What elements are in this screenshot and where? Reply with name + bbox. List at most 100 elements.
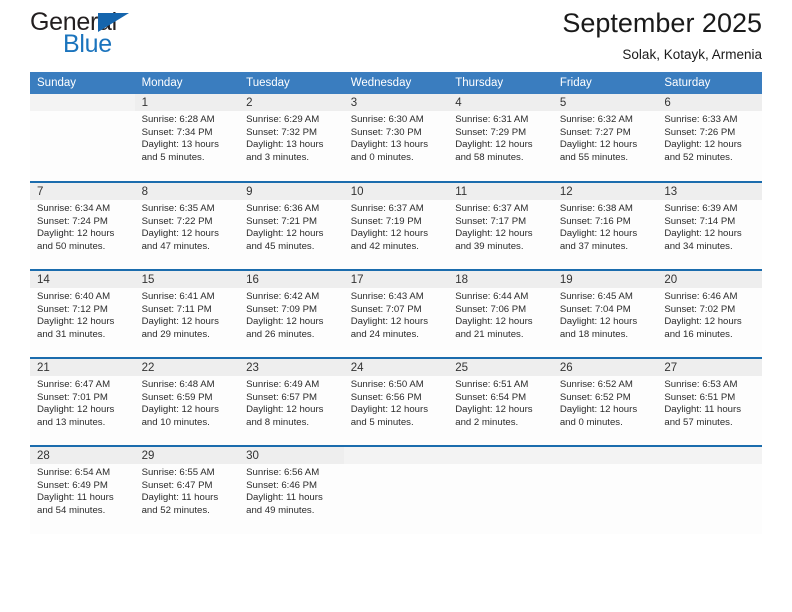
daylight-text-line1: Daylight: 12 hours	[559, 228, 638, 240]
calendar-day-cell[interactable]: 29 Sunrise: 6:55 AM Sunset: 6:47 PM Dayligh…	[134, 445, 240, 534]
day-number: 23	[239, 359, 344, 376]
sunrise-text: Sunrise: 6:29 AM	[246, 114, 320, 125]
sunset-text: Sunset: 6:49 PM	[37, 479, 108, 491]
day-number: 27	[657, 359, 762, 376]
day-number: 22	[134, 359, 240, 376]
day-details: Sunrise: 6:28 AM Sunset: 7:34 PM Daylight:…	[135, 111, 240, 164]
sunset-text: Sunset: 7:19 PM	[350, 215, 422, 227]
calendar-day-cell[interactable]: 3 Sunrise: 6:30 AM Sunset: 7:30 PM Daylight…	[343, 94, 449, 182]
page-subtitle: Solak, Kotayk, Armenia	[622, 47, 762, 62]
day-number: 9	[239, 183, 344, 200]
calendar-day-cell[interactable]: 24 Sunrise: 6:50 AM Sunset: 6:56 PM Dayligh…	[343, 357, 449, 446]
day-number: 5	[552, 94, 658, 111]
sunset-text: Sunset: 7:02 PM	[664, 303, 736, 315]
day-details: Sunrise: 6:46 AM Sunset: 7:02 PM Daylight:…	[657, 288, 762, 341]
daylight-text-line2: and 18 minutes.	[559, 328, 629, 340]
day-details: Sunrise: 6:53 AM Sunset: 6:51 PM Daylight:…	[657, 376, 762, 429]
calendar-day-cell[interactable]: 1 Sunrise: 6:28 AM Sunset: 7:34 PM Daylight…	[134, 94, 240, 182]
day-details: Sunrise: 6:47 AM Sunset: 7:01 PM Daylight:…	[30, 376, 135, 429]
daylight-text-line2: and 5 minutes.	[141, 151, 205, 163]
daylight-text-line2: and 55 minutes.	[559, 151, 629, 163]
sunrise-text: Sunrise: 6:28 AM	[141, 114, 215, 125]
calendar-day-cell[interactable]: 8 Sunrise: 6:35 AM Sunset: 7:22 PM Daylight…	[134, 181, 240, 270]
calendar-day-cell[interactable]: 7 Sunrise: 6:34 AM Sunset: 7:24 PM Daylight…	[30, 181, 135, 270]
day-details: Sunrise: 6:38 AM Sunset: 7:16 PM Daylight:…	[553, 200, 658, 253]
sunset-text: Sunset: 7:32 PM	[246, 126, 318, 138]
sunrise-text: Sunrise: 6:31 AM	[455, 114, 529, 125]
day-number: 14	[30, 271, 135, 288]
calendar-day-cell[interactable]: 2 Sunrise: 6:29 AM Sunset: 7:32 PM Daylight…	[239, 94, 344, 182]
daylight-text-line1: Daylight: 13 hours	[246, 139, 324, 151]
day-number: 11	[448, 183, 553, 200]
calendar-day-cell[interactable]: 21 Sunrise: 6:47 AM Sunset: 7:01 PM Dayligh…	[30, 357, 135, 446]
page-title: September 2025	[562, 8, 762, 38]
sunset-text: Sunset: 7:09 PM	[246, 303, 318, 315]
sunrise-text: Sunrise: 6:56 AM	[246, 467, 320, 478]
calendar-day-cell[interactable]: 16 Sunrise: 6:42 AM Sunset: 7:09 PM Dayligh…	[239, 269, 344, 358]
sunset-text: Sunset: 6:54 PM	[455, 391, 527, 403]
calendar-day-cell[interactable]: 26 Sunrise: 6:52 AM Sunset: 6:52 PM Dayligh…	[552, 357, 658, 446]
day-number: 25	[448, 359, 553, 376]
sunrise-text: Sunrise: 6:45 AM	[559, 291, 633, 302]
calendar-day-cell[interactable]: 14 Sunrise: 6:40 AM Sunset: 7:12 PM Dayligh…	[30, 269, 135, 358]
calendar-day-cell[interactable]: 20 Sunrise: 6:46 AM Sunset: 7:02 PM Dayligh…	[657, 269, 762, 358]
sunrise-text: Sunrise: 6:49 AM	[246, 379, 320, 390]
calendar-day-cell[interactable]: 15 Sunrise: 6:41 AM Sunset: 7:11 PM Dayligh…	[134, 269, 240, 358]
sunset-text: Sunset: 6:56 PM	[350, 391, 422, 403]
calendar-day-cell[interactable]: 25 Sunrise: 6:51 AM Sunset: 6:54 PM Dayligh…	[448, 357, 553, 446]
daylight-text-line2: and 21 minutes.	[455, 328, 524, 340]
daylight-text-line2: and 10 minutes.	[141, 416, 210, 428]
daylight-text-line1: Daylight: 12 hours	[350, 404, 429, 416]
daylight-text-line2: and 42 minutes.	[350, 240, 419, 252]
sunrise-text: Sunrise: 6:37 AM	[350, 203, 424, 214]
day-details: Sunrise: 6:54 AM Sunset: 6:49 PM Daylight:…	[30, 464, 135, 517]
calendar-day-cell-empty	[343, 445, 449, 534]
day-number: 3	[343, 94, 449, 111]
calendar-day-cell[interactable]: 9 Sunrise: 6:36 AM Sunset: 7:21 PM Daylight…	[239, 181, 344, 270]
calendar-day-cell[interactable]: 13 Sunrise: 6:39 AM Sunset: 7:14 PM Dayligh…	[657, 181, 762, 270]
day-number: 6	[657, 94, 762, 111]
calendar-day-cell[interactable]: 23 Sunrise: 6:49 AM Sunset: 6:57 PM Dayligh…	[239, 357, 344, 446]
daylight-text-line1: Daylight: 12 hours	[559, 404, 638, 416]
daylight-text-line2: and 58 minutes.	[455, 151, 524, 163]
calendar-day-cell[interactable]: 18 Sunrise: 6:44 AM Sunset: 7:06 PM Dayligh…	[448, 269, 553, 358]
daylight-text-line2: and 5 minutes.	[350, 416, 414, 428]
calendar-day-cell[interactable]: 5 Sunrise: 6:32 AM Sunset: 7:27 PM Daylight…	[552, 94, 658, 182]
daylight-text-line2: and 29 minutes.	[141, 328, 210, 340]
sunrise-text: Sunrise: 6:38 AM	[559, 203, 633, 214]
calendar-day-cell[interactable]: 11 Sunrise: 6:37 AM Sunset: 7:17 PM Dayligh…	[448, 181, 553, 270]
calendar-week-row: 14 Sunrise: 6:40 AM Sunset: 7:12 PM Dayligh…	[30, 269, 762, 358]
daylight-text-line2: and 26 minutes.	[246, 328, 315, 340]
daylight-text-line2: and 0 minutes.	[559, 416, 623, 428]
daylight-text-line1: Daylight: 11 hours	[141, 492, 219, 504]
weekday-header-row: Sunday Monday Tuesday Wednesday Thursday…	[30, 72, 762, 94]
day-number	[448, 447, 553, 464]
sunrise-text: Sunrise: 6:34 AM	[37, 203, 111, 214]
calendar-day-cell[interactable]: 27 Sunrise: 6:53 AM Sunset: 6:51 PM Dayligh…	[657, 357, 762, 446]
calendar-day-cell[interactable]: 22 Sunrise: 6:48 AM Sunset: 6:59 PM Dayligh…	[134, 357, 240, 446]
calendar-day-cell[interactable]: 10 Sunrise: 6:37 AM Sunset: 7:19 PM Dayligh…	[343, 181, 449, 270]
day-details: Sunrise: 6:34 AM Sunset: 7:24 PM Daylight:…	[30, 200, 135, 253]
sunset-text: Sunset: 7:12 PM	[37, 303, 108, 315]
calendar-day-cell[interactable]: 4 Sunrise: 6:31 AM Sunset: 7:29 PM Daylight…	[448, 94, 553, 182]
calendar-day-cell[interactable]: 19 Sunrise: 6:45 AM Sunset: 7:04 PM Dayligh…	[552, 269, 658, 358]
daylight-text-line2: and 50 minutes.	[37, 240, 106, 252]
sunrise-text: Sunrise: 6:44 AM	[455, 291, 529, 302]
calendar-day-cell[interactable]: 17 Sunrise: 6:43 AM Sunset: 7:07 PM Dayligh…	[343, 269, 449, 358]
sunrise-text: Sunrise: 6:42 AM	[246, 291, 320, 302]
calendar-day-cell[interactable]: 28 Sunrise: 6:54 AM Sunset: 6:49 PM Dayligh…	[30, 445, 135, 534]
calendar-day-cell[interactable]: 30 Sunrise: 6:56 AM Sunset: 6:46 PM Dayligh…	[239, 445, 344, 534]
day-details: Sunrise: 6:48 AM Sunset: 6:59 PM Daylight:…	[135, 376, 240, 429]
daylight-text-line2: and 8 minutes.	[246, 416, 310, 428]
sunset-text: Sunset: 6:52 PM	[559, 391, 631, 403]
calendar-day-cell[interactable]: 12 Sunrise: 6:38 AM Sunset: 7:16 PM Dayligh…	[552, 181, 658, 270]
day-number: 26	[552, 359, 658, 376]
sunset-text: Sunset: 7:22 PM	[141, 215, 213, 227]
sunrise-text: Sunrise: 6:52 AM	[559, 379, 633, 390]
calendar-day-cell[interactable]: 6 Sunrise: 6:33 AM Sunset: 7:26 PM Daylight…	[657, 94, 762, 182]
weekday-header-tuesday: Tuesday	[239, 72, 344, 94]
sunrise-text: Sunrise: 6:40 AM	[37, 291, 111, 302]
sunset-text: Sunset: 7:24 PM	[37, 215, 108, 227]
day-details: Sunrise: 6:33 AM Sunset: 7:26 PM Daylight:…	[657, 111, 762, 164]
calendar-body: 1 Sunrise: 6:28 AM Sunset: 7:34 PM Daylight…	[30, 94, 762, 534]
